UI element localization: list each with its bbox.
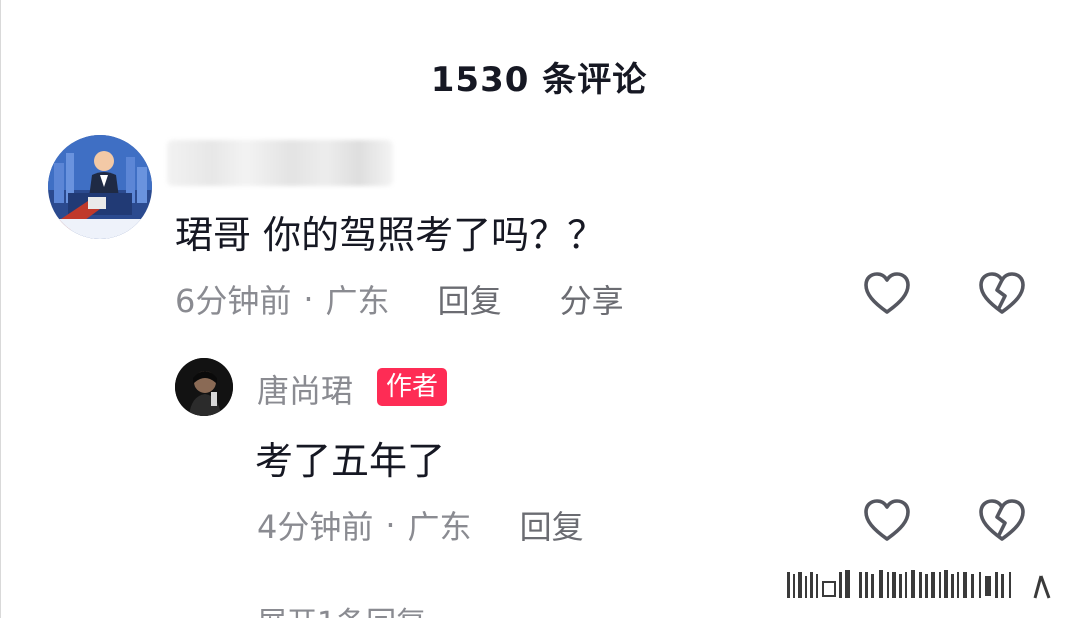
comment-time: 6分钟前 bbox=[175, 282, 292, 320]
broken-heart-icon[interactable] bbox=[978, 497, 1026, 545]
author-badge: 作者 bbox=[377, 368, 448, 406]
author-avatar[interactable] bbox=[175, 358, 233, 416]
reply-button[interactable]: 回复 bbox=[438, 276, 502, 322]
heart-outline-icon[interactable] bbox=[863, 497, 911, 545]
share-button[interactable]: 分享 bbox=[560, 276, 624, 322]
comment-text: 珺哥 你的驾照考了吗？？ bbox=[175, 213, 606, 257]
watermark bbox=[779, 562, 1076, 618]
chevron-down-icon: ⌄ bbox=[432, 614, 450, 618]
comment-meta: 6分钟前 · 广东 回复 分享 bbox=[175, 276, 624, 322]
meta-separator: · bbox=[303, 280, 314, 318]
reply-text: 考了五年了 bbox=[255, 439, 446, 483]
reply-time: 4分钟前 bbox=[257, 508, 374, 546]
commenter-name-blurred bbox=[167, 140, 393, 186]
reply-to-reply-button[interactable]: 回复 bbox=[520, 502, 584, 548]
author-name[interactable]: 唐尚珺 bbox=[257, 366, 353, 412]
comments-panel: 1530 条评论 珺哥 你的驾照考了吗？？ 6分钟前 · 广东 回复 分享 唐尚… bbox=[0, 0, 1076, 618]
expand-replies-button[interactable]: 展开1条回复 ⌄ bbox=[257, 598, 451, 618]
reply-location: 广东 bbox=[407, 508, 472, 546]
commenter-avatar[interactable] bbox=[48, 135, 152, 239]
reply-meta: 4分钟前 · 广东 回复 bbox=[257, 502, 584, 548]
expand-replies-label: 展开1条回复 bbox=[257, 606, 426, 618]
comments-count-title: 1530 条评论 bbox=[430, 60, 648, 100]
broken-heart-icon[interactable] bbox=[978, 270, 1026, 318]
meta-separator: · bbox=[385, 506, 396, 544]
heart-outline-icon[interactable] bbox=[863, 270, 911, 318]
comment-location: 广东 bbox=[325, 282, 390, 320]
